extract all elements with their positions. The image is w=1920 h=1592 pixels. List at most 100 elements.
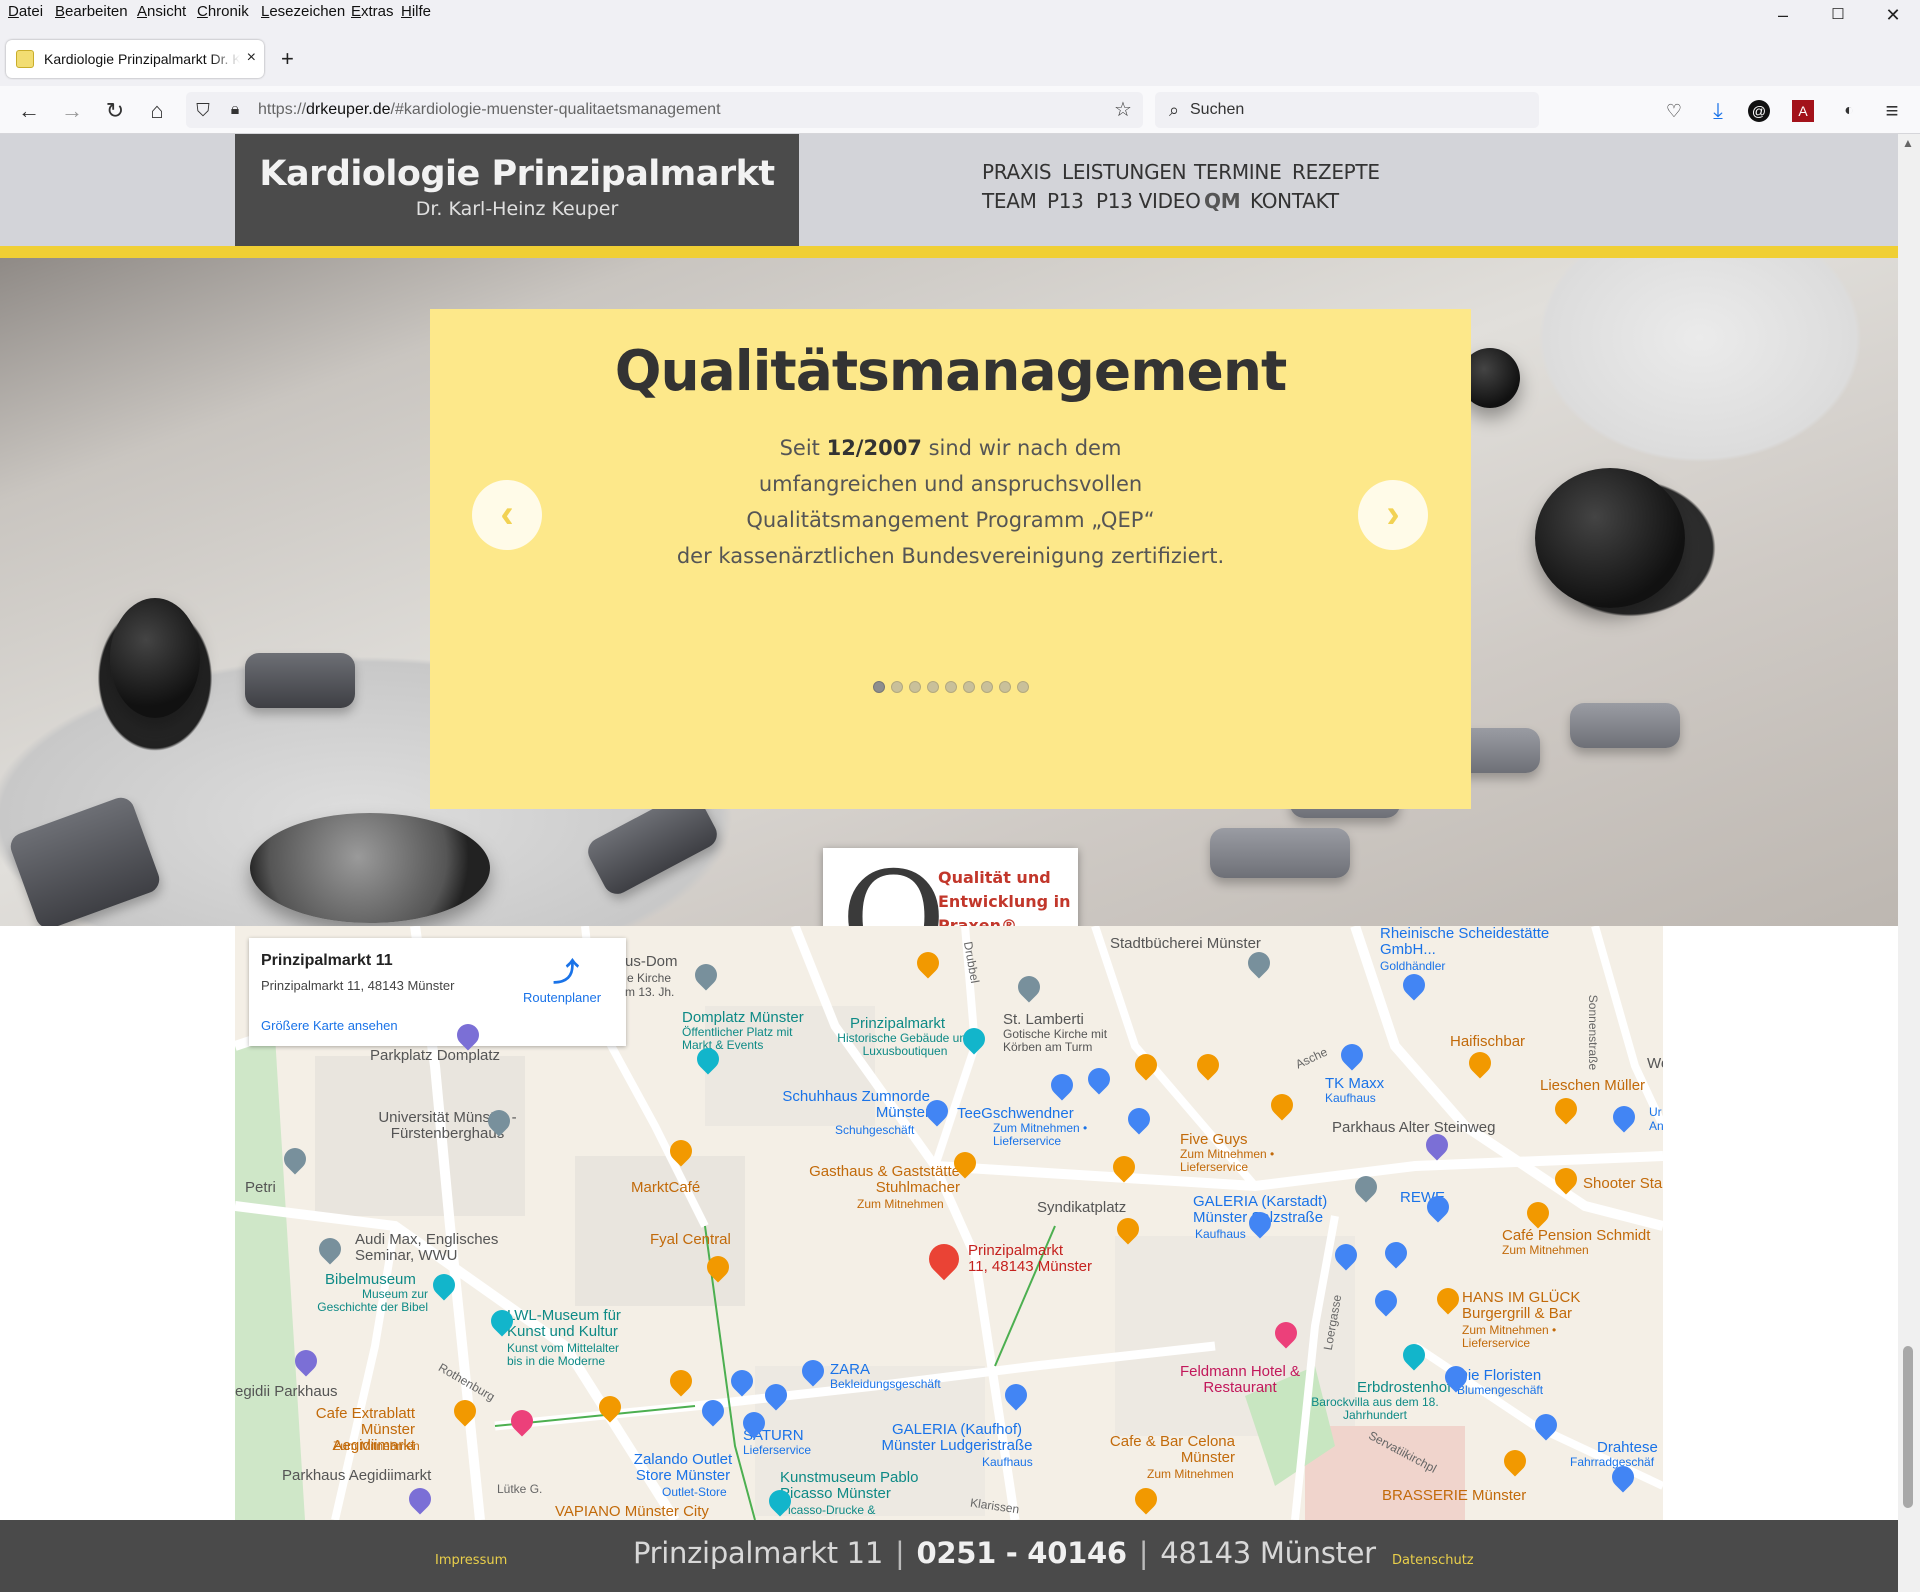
map-label[interactable]: Kunstmuseum Pablo Picasso Münster (780, 1470, 940, 1502)
page-scrollbar[interactable]: ▲ (1898, 134, 1920, 1592)
slide-panel: Qualitätsmanagement Seit 12/2007 sind wi… (430, 309, 1471, 809)
map-label[interactable]: Shooter Sta (1583, 1176, 1662, 1192)
minimize-button[interactable]: – (1760, 0, 1806, 30)
map-label[interactable]: Cafe & Bar Celona Münster (1085, 1434, 1235, 1466)
slider-dot[interactable] (909, 681, 921, 693)
extension-icon[interactable]: @ (1748, 100, 1770, 122)
map-label[interactable]: Prinzipalmarkt (850, 1016, 945, 1032)
map-label[interactable]: ZARA (830, 1362, 870, 1378)
larger-map-link[interactable]: Größere Karte ansehen (261, 1018, 398, 1033)
map-label[interactable]: TK Maxx (1325, 1076, 1384, 1092)
marker-label[interactable]: 11, 48143 Münster (968, 1259, 1092, 1275)
map-label[interactable]: Haifischbar (1450, 1034, 1525, 1050)
nav-praxis[interactable]: PRAXIS (982, 160, 1052, 184)
map-label[interactable]: GALERIA (Kaufhof) Münster Ludgeristraße (867, 1422, 1047, 1454)
scrollbar-thumb[interactable] (1903, 1346, 1913, 1508)
impressum-link[interactable]: Impressum (435, 1553, 507, 1568)
back-arrow-icon[interactable]: ← (16, 98, 42, 124)
slider-dot[interactable] (999, 681, 1011, 693)
nav-team[interactable]: TEAM (982, 189, 1037, 213)
pocket-icon[interactable]: ♡ (1661, 98, 1687, 124)
slider-dot[interactable] (873, 681, 885, 693)
footer-phone[interactable]: 0251 - 40146 (916, 1536, 1127, 1570)
search-input[interactable]: ⌕ Suchen (1155, 92, 1539, 128)
marker-label[interactable]: Prinzipalmarkt (968, 1243, 1063, 1259)
map-label[interactable]: BRASSERIE Münster (1382, 1488, 1526, 1504)
download-icon[interactable]: ⤓ (1705, 98, 1731, 124)
map-label[interactable]: HANS IM GLÜCK Burgergrill & Bar (1462, 1290, 1602, 1322)
datenschutz-link[interactable]: Datenschutz (1392, 1553, 1474, 1568)
map-label[interactable]: MarktCafé (631, 1180, 700, 1196)
map-label[interactable]: Feldmann Hotel & Restaurant (1175, 1364, 1305, 1396)
tab-active[interactable]: Kardiologie Prinzipalmarkt Dr. K × (6, 40, 264, 78)
bookmark-star-icon[interactable]: ☆ (1110, 97, 1136, 123)
map-label[interactable]: egidii Parkhaus (235, 1384, 338, 1400)
map-label[interactable]: Domplatz Münster (682, 1010, 804, 1026)
route-icon[interactable]: ⤴ (553, 952, 579, 989)
site-brand[interactable]: Kardiologie Prinzipalmarkt Dr. Karl-Hein… (235, 134, 799, 246)
menu-hilfe[interactable]: Hilfe (401, 3, 431, 20)
map-label[interactable]: Drahtese (1597, 1440, 1658, 1456)
map-label[interactable]: TeeGschwendner (957, 1106, 1074, 1122)
map-label[interactable]: Die Floristen (1457, 1368, 1541, 1384)
map-label[interactable]: Schuhhaus Zumnorde Münster (780, 1089, 930, 1121)
menu-extras[interactable]: Extras (351, 3, 394, 20)
slider-dot[interactable] (891, 681, 903, 693)
map-label[interactable]: Audi Max, Englisches Seminar, WWU (355, 1232, 515, 1264)
nav-kontakt[interactable]: KONTAKT (1250, 189, 1339, 213)
menu-bearbeiten[interactable]: Bearbeiten (55, 3, 128, 20)
map-label[interactable]: Parkplatz Domplatz (370, 1048, 500, 1064)
slider-next-button[interactable]: › (1358, 480, 1428, 550)
scroll-up-icon[interactable]: ▲ (1902, 136, 1914, 150)
map-label[interactable]: Gasthaus & Gaststätte Stuhlmacher (785, 1164, 960, 1196)
embedded-map[interactable]: Prinzipalmarkt 11 Prinzipalmarkt 11, 481… (235, 926, 1663, 1520)
slider-dot[interactable] (927, 681, 939, 693)
menu-ansicht[interactable]: Ansicht (137, 3, 186, 20)
shield-icon[interactable]: ⛉ (190, 97, 216, 123)
slider-dot[interactable] (945, 681, 957, 693)
route-planner-link[interactable]: Routenplaner (523, 990, 601, 1005)
map-label[interactable]: Petri (245, 1180, 276, 1196)
map-label[interactable]: Zalando Outlet Store Münster (623, 1452, 743, 1484)
nav-p13[interactable]: P13 (1047, 189, 1084, 213)
close-window-button[interactable]: ✕ (1870, 0, 1916, 30)
map-label[interactable]: Rheinische Scheidestätte GmbH... (1380, 926, 1555, 958)
map-label[interactable]: LWL-Museum für Kunst und Kultur (507, 1308, 647, 1340)
map-label[interactable]: St. Lamberti (1003, 1012, 1084, 1028)
app-menu-icon[interactable]: ≡ (1879, 98, 1905, 124)
new-tab-button[interactable]: + (281, 46, 294, 72)
nav-rezepte[interactable]: REZEPTE (1292, 160, 1380, 184)
nav-qm[interactable]: QM (1204, 189, 1241, 213)
nav-p13-video[interactable]: P13 VIDEO (1096, 189, 1201, 213)
pdf-extension-icon[interactable]: A (1792, 100, 1814, 122)
lock-icon[interactable]: 🔒︎ (222, 97, 248, 123)
map-label[interactable]: Five Guys (1180, 1132, 1248, 1148)
map-label[interactable]: Fyal Central (650, 1232, 731, 1248)
url-text[interactable]: https://drkeuper.de/#kardiologie-muenste… (258, 101, 721, 119)
slider-prev-button[interactable]: ‹ (472, 480, 542, 550)
eye-extension-icon[interactable]: ◐ (1836, 98, 1862, 124)
tab-close-icon[interactable]: × (247, 49, 256, 67)
menu-chronik[interactable]: Chronik (197, 3, 249, 20)
home-icon[interactable]: ⌂ (144, 98, 170, 124)
map-label[interactable]: Stadtbücherei Münster (1110, 936, 1261, 952)
menu-lesezeichen[interactable]: Lesezeichen (261, 3, 345, 20)
menu-datei[interactable]: Datei (8, 3, 43, 20)
reload-icon[interactable]: ↻ (102, 98, 128, 124)
map-label[interactable]: Erbdrostenhof (1357, 1380, 1451, 1396)
map-label[interactable]: Parkhaus Aegidiimarkt (282, 1468, 431, 1484)
forward-arrow-icon[interactable]: → (59, 98, 85, 124)
slider-dot[interactable] (981, 681, 993, 693)
map-label[interactable]: Parkhaus Alter Steinweg (1332, 1120, 1495, 1136)
nav-leistungen[interactable]: LEISTUNGEN (1062, 160, 1187, 184)
url-bar[interactable]: ⛉ 🔒︎ https://drkeuper.de/#kardiologie-mu… (186, 92, 1143, 128)
slider-dot[interactable] (963, 681, 975, 693)
map-label[interactable]: Syndikatplatz (1037, 1200, 1126, 1216)
map-label[interactable]: VAPIANO Münster City (555, 1504, 709, 1520)
map-label[interactable]: Café Pension Schmidt (1502, 1228, 1650, 1244)
slider-dot[interactable] (1017, 681, 1029, 693)
nav-termine[interactable]: TERMINE (1194, 160, 1282, 184)
maximize-button[interactable]: ☐ (1815, 0, 1861, 30)
map-label[interactable]: Bibelmuseum (325, 1272, 416, 1288)
map-label[interactable]: Lieschen Müller (1540, 1078, 1645, 1094)
